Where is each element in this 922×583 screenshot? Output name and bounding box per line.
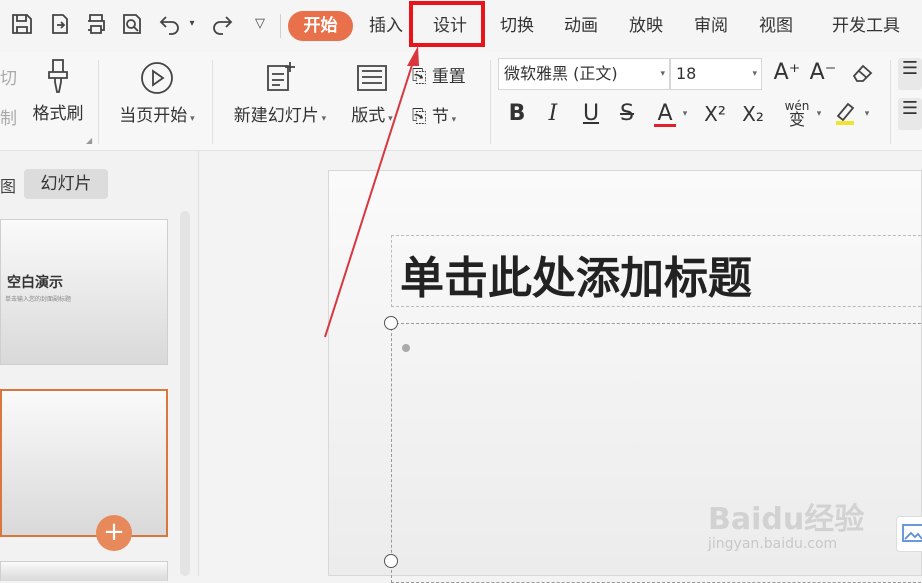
section-button[interactable]: ⎘ 节 ▾ [412, 102, 484, 127]
increase-font-size-icon[interactable]: A⁺ [772, 60, 802, 85]
export-icon[interactable] [48, 12, 72, 36]
tab-review[interactable]: 审阅 [689, 12, 733, 40]
customize-toolbar-icon[interactable]: ▽ [248, 12, 272, 36]
group-launcher-icon[interactable]: ◢ [86, 136, 92, 145]
tab-insert[interactable]: 插入 [364, 12, 408, 40]
tab-home[interactable]: 开始 [288, 11, 353, 41]
align-left-icon[interactable]: ☰ [898, 98, 922, 130]
bullet-list-icon[interactable]: ☰ [898, 58, 922, 90]
highlight-box [409, 1, 485, 47]
slide-thumbnail-panel: 图 幻灯片 空白演示 单击输入您的封面副标题 + [0, 151, 199, 581]
new-slide-button[interactable]: 新建幻灯片 ▾ [226, 60, 334, 126]
tab-transition[interactable]: 切换 [495, 12, 539, 40]
bullet-icon [402, 344, 410, 352]
play-from-current-label: 当页开始 [119, 106, 188, 126]
chevron-down-icon[interactable]: ▾ [862, 100, 872, 128]
tab-outline[interactable]: 图 [0, 173, 16, 197]
menu-tab-bar: ▾ ▽ 开始 插入 设计 切换 动画 放映 审阅 视图 开发工具 [0, 0, 922, 52]
clear-format-icon[interactable] [848, 60, 878, 89]
phonetic-char: 变 [788, 110, 805, 129]
tab-slides[interactable]: 幻灯片 [24, 169, 108, 199]
title-placeholder-text: 单击此处添加标题 [400, 253, 752, 304]
format-painter-icon [28, 58, 88, 99]
cut-button-label[interactable]: 切 [0, 64, 17, 89]
section-icon: ⎘ [412, 106, 427, 127]
new-slide-icon [226, 60, 334, 101]
thumbnail-subtitle: 单击输入您的封面副标题 [5, 296, 72, 303]
copy-button-label[interactable]: 制 [0, 104, 17, 129]
tab-slideshow[interactable]: 放映 [624, 12, 668, 40]
layout-label: 版式 [351, 106, 386, 126]
watermark-url: jingyan.baidu.com [708, 536, 838, 552]
font-name-value: 微软雅黑 (正文) [504, 64, 618, 83]
scrollbar[interactable] [180, 211, 190, 576]
underline-icon[interactable]: U [578, 100, 604, 128]
ribbon-divider [890, 60, 891, 144]
ribbon-divider [490, 60, 491, 144]
image-icon[interactable] [896, 516, 922, 552]
play-from-current-button[interactable]: 当页开始 ▾ [112, 60, 202, 126]
italic-icon[interactable]: I [540, 100, 566, 128]
chevron-down-icon: ▾ [752, 69, 757, 79]
new-slide-label: 新建幻灯片 [233, 106, 319, 126]
redo-icon[interactable] [210, 12, 234, 36]
dropdown-arrow-icon: ▾ [187, 114, 195, 124]
resize-handle[interactable] [384, 554, 398, 568]
highlight-icon[interactable] [830, 100, 860, 128]
thumbnail-title: 空白演示 [7, 275, 63, 291]
dropdown-arrow-icon: ▾ [448, 115, 457, 125]
dropdown-arrow-icon: ▾ [385, 114, 393, 124]
format-painter-button[interactable]: 格式刷 [28, 58, 88, 124]
content-placeholder[interactable] [391, 323, 922, 583]
undo-dropdown-icon[interactable]: ▾ [186, 12, 198, 36]
ribbon-divider [98, 60, 99, 144]
strikethrough-icon[interactable]: S [614, 100, 640, 128]
phonetic-guide-button[interactable]: wén 变 [780, 100, 814, 128]
ribbon-divider [212, 60, 213, 144]
save-icon[interactable] [10, 12, 34, 36]
print-icon[interactable] [84, 12, 108, 36]
bold-icon[interactable]: B [504, 100, 530, 128]
chevron-down-icon[interactable]: ▾ [680, 100, 690, 128]
format-painter-label: 格式刷 [32, 104, 84, 124]
slide-thumbnail[interactable] [0, 561, 168, 581]
slide-thumbnail[interactable]: 空白演示 单击输入您的封面副标题 [0, 219, 168, 365]
font-name-select[interactable]: 微软雅黑 (正文) ▾ [498, 58, 670, 90]
superscript-icon[interactable]: X² [700, 100, 730, 128]
tab-view[interactable]: 视图 [754, 12, 798, 40]
section-label: 节 [431, 107, 449, 127]
decrease-font-size-icon[interactable]: A⁻ [808, 60, 838, 85]
font-size-value: 18 [676, 64, 697, 83]
dropdown-arrow-icon: ▾ [318, 114, 327, 124]
chevron-down-icon: ▾ [660, 69, 665, 79]
play-icon [112, 60, 202, 101]
font-color-button[interactable]: A [652, 100, 678, 128]
layout-button[interactable]: 版式 ▾ [344, 60, 400, 126]
font-color-letter: A [657, 101, 673, 126]
font-color-bar [654, 124, 676, 127]
watermark-brand: Baidu经验 [708, 502, 865, 537]
title-placeholder[interactable]: 单击此处添加标题 [391, 235, 922, 307]
print-preview-icon[interactable] [120, 12, 144, 36]
tab-developer[interactable]: 开发工具 [826, 12, 906, 40]
resize-handle[interactable] [384, 316, 398, 330]
layout-icon [344, 60, 400, 101]
chevron-down-icon[interactable]: ▾ [814, 100, 824, 128]
slide-thumbnail-selected[interactable] [0, 389, 168, 537]
reset-label: 重置 [431, 67, 466, 87]
subscript-icon[interactable]: X₂ [738, 100, 768, 128]
tab-animation[interactable]: 动画 [559, 12, 603, 40]
undo-icon[interactable] [158, 12, 182, 36]
font-size-select[interactable]: 18 ▾ [670, 58, 762, 90]
reset-button[interactable]: ⎘ 重置 [412, 62, 484, 87]
toolbar-divider [280, 14, 281, 38]
reset-icon: ⎘ [412, 66, 427, 87]
add-slide-button[interactable]: + [96, 515, 132, 551]
